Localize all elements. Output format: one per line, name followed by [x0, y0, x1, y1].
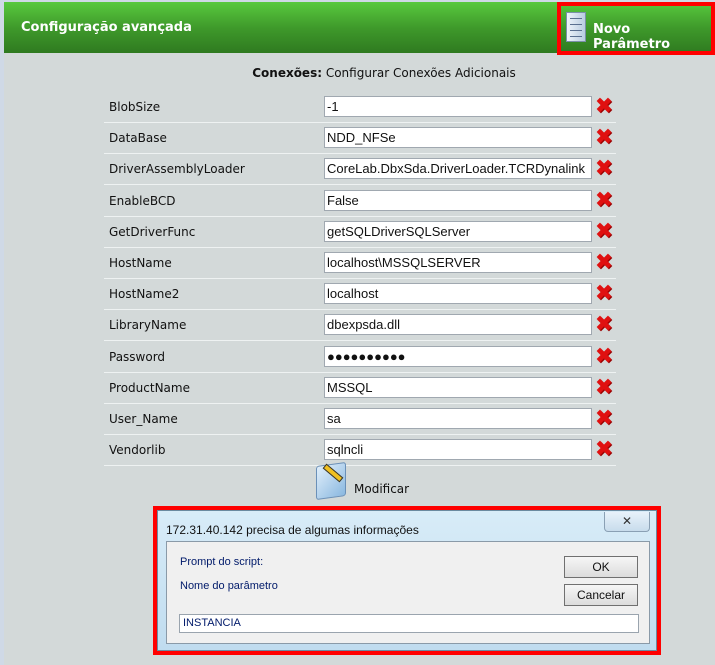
- prompt-label: Prompt do script:: [180, 556, 264, 568]
- subtitle-text: Configurar Conexões Adicionais: [322, 66, 516, 80]
- param-value-input[interactable]: sa: [324, 408, 592, 429]
- param-key: DataBase: [109, 131, 167, 146]
- param-row: EnableBCD False ✖: [104, 186, 616, 217]
- param-key: HostName2: [109, 287, 180, 302]
- param-key: LibraryName: [109, 318, 187, 333]
- param-row: HostName localhost\MSSQLSERVER ✖: [104, 248, 616, 279]
- subtitle-bold: Conexões:: [252, 66, 323, 80]
- param-row: LibraryName dbexpsda.dll ✖: [104, 310, 616, 342]
- param-row: Password ●●●●●●●●●● ✖: [104, 342, 616, 373]
- param-row: User_Name sa ✖: [104, 404, 616, 435]
- delete-icon[interactable]: ✖: [594, 127, 614, 149]
- param-value-input[interactable]: NDD_NFSe: [324, 127, 592, 149]
- delete-icon[interactable]: ✖: [594, 220, 614, 243]
- dialog-body: Prompt do script: Nome do parâmetro OK C…: [166, 541, 650, 644]
- param-key: Password: [109, 349, 166, 364]
- param-value-input[interactable]: -1: [324, 96, 592, 117]
- param-value-input[interactable]: MSSQL: [324, 376, 592, 398]
- param-key: GetDriverFunc: [109, 224, 196, 239]
- delete-icon[interactable]: ✖: [594, 345, 614, 368]
- param-row: Vendorlib sqlncli ✖: [104, 435, 616, 467]
- delete-icon[interactable]: ✖: [594, 376, 614, 399]
- delete-icon[interactable]: ✖: [594, 439, 614, 461]
- param-key: EnableBCD: [109, 193, 176, 208]
- delete-icon[interactable]: ✖: [594, 252, 614, 274]
- prompt-dialog: 172.31.40.142 precisa de algumas informa…: [157, 510, 657, 651]
- delete-icon[interactable]: ✖: [594, 158, 614, 180]
- delete-icon[interactable]: ✖: [594, 189, 614, 212]
- prompt-text: Nome do parâmetro: [180, 580, 278, 592]
- param-row: ProductName MSSQL ✖: [104, 373, 616, 404]
- param-key: ProductName: [109, 380, 190, 395]
- param-value-input[interactable]: dbexpsda.dll: [324, 314, 592, 336]
- delete-icon[interactable]: ✖: [594, 408, 614, 430]
- param-key: Vendorlib: [109, 443, 166, 458]
- param-row: HostName2 localhost ✖: [104, 279, 616, 311]
- ok-button[interactable]: OK: [564, 556, 638, 578]
- param-row: DataBase NDD_NFSe ✖: [104, 123, 616, 155]
- dialog-title: 172.31.40.142 precisa de algumas informa…: [166, 523, 419, 537]
- param-value-input[interactable]: getSQLDriverSQLServer: [324, 220, 592, 242]
- param-key: BlobSize: [109, 100, 161, 114]
- param-key: User_Name: [109, 412, 178, 426]
- param-value-input[interactable]: localhost\MSSQLSERVER: [324, 252, 592, 273]
- parameter-name-input[interactable]: INSTANCIA: [179, 614, 639, 633]
- param-value-input[interactable]: sqlncli: [324, 439, 592, 461]
- prompt-dialog-highlight: 172.31.40.142 precisa de algumas informa…: [153, 506, 661, 655]
- delete-icon[interactable]: ✖: [594, 96, 614, 118]
- section-subtitle: Conexões: Configurar Conexões Adicionais: [4, 66, 715, 80]
- param-value-input[interactable]: ●●●●●●●●●●: [324, 345, 592, 367]
- param-value-input[interactable]: False: [324, 189, 592, 211]
- new-parameter-button[interactable]: Novo Parâmetro: [557, 2, 715, 55]
- param-value-input[interactable]: localhost: [324, 283, 592, 305]
- new-parameter-label: Novo Parâmetro: [593, 22, 671, 52]
- delete-icon[interactable]: ✖: [594, 283, 614, 305]
- param-key: HostName: [109, 256, 172, 270]
- param-row: GetDriverFunc getSQLDriverSQLServer ✖: [104, 217, 616, 248]
- delete-icon[interactable]: ✖: [594, 314, 614, 336]
- modify-label: Modificar: [354, 482, 410, 496]
- page-title: Configuração avançada: [21, 20, 192, 35]
- param-key: DriverAssemblyLoader: [109, 162, 245, 177]
- param-row: BlobSize -1 ✖: [104, 92, 616, 123]
- close-icon[interactable]: ✕: [604, 512, 650, 532]
- param-value-input[interactable]: CoreLab.DbxSda.DriverLoader.TCRDynalink: [324, 158, 592, 180]
- cancel-button[interactable]: Cancelar: [564, 584, 638, 606]
- document-icon: [566, 12, 586, 42]
- param-row: DriverAssemblyLoader CoreLab.DbxSda.Drive…: [104, 154, 616, 186]
